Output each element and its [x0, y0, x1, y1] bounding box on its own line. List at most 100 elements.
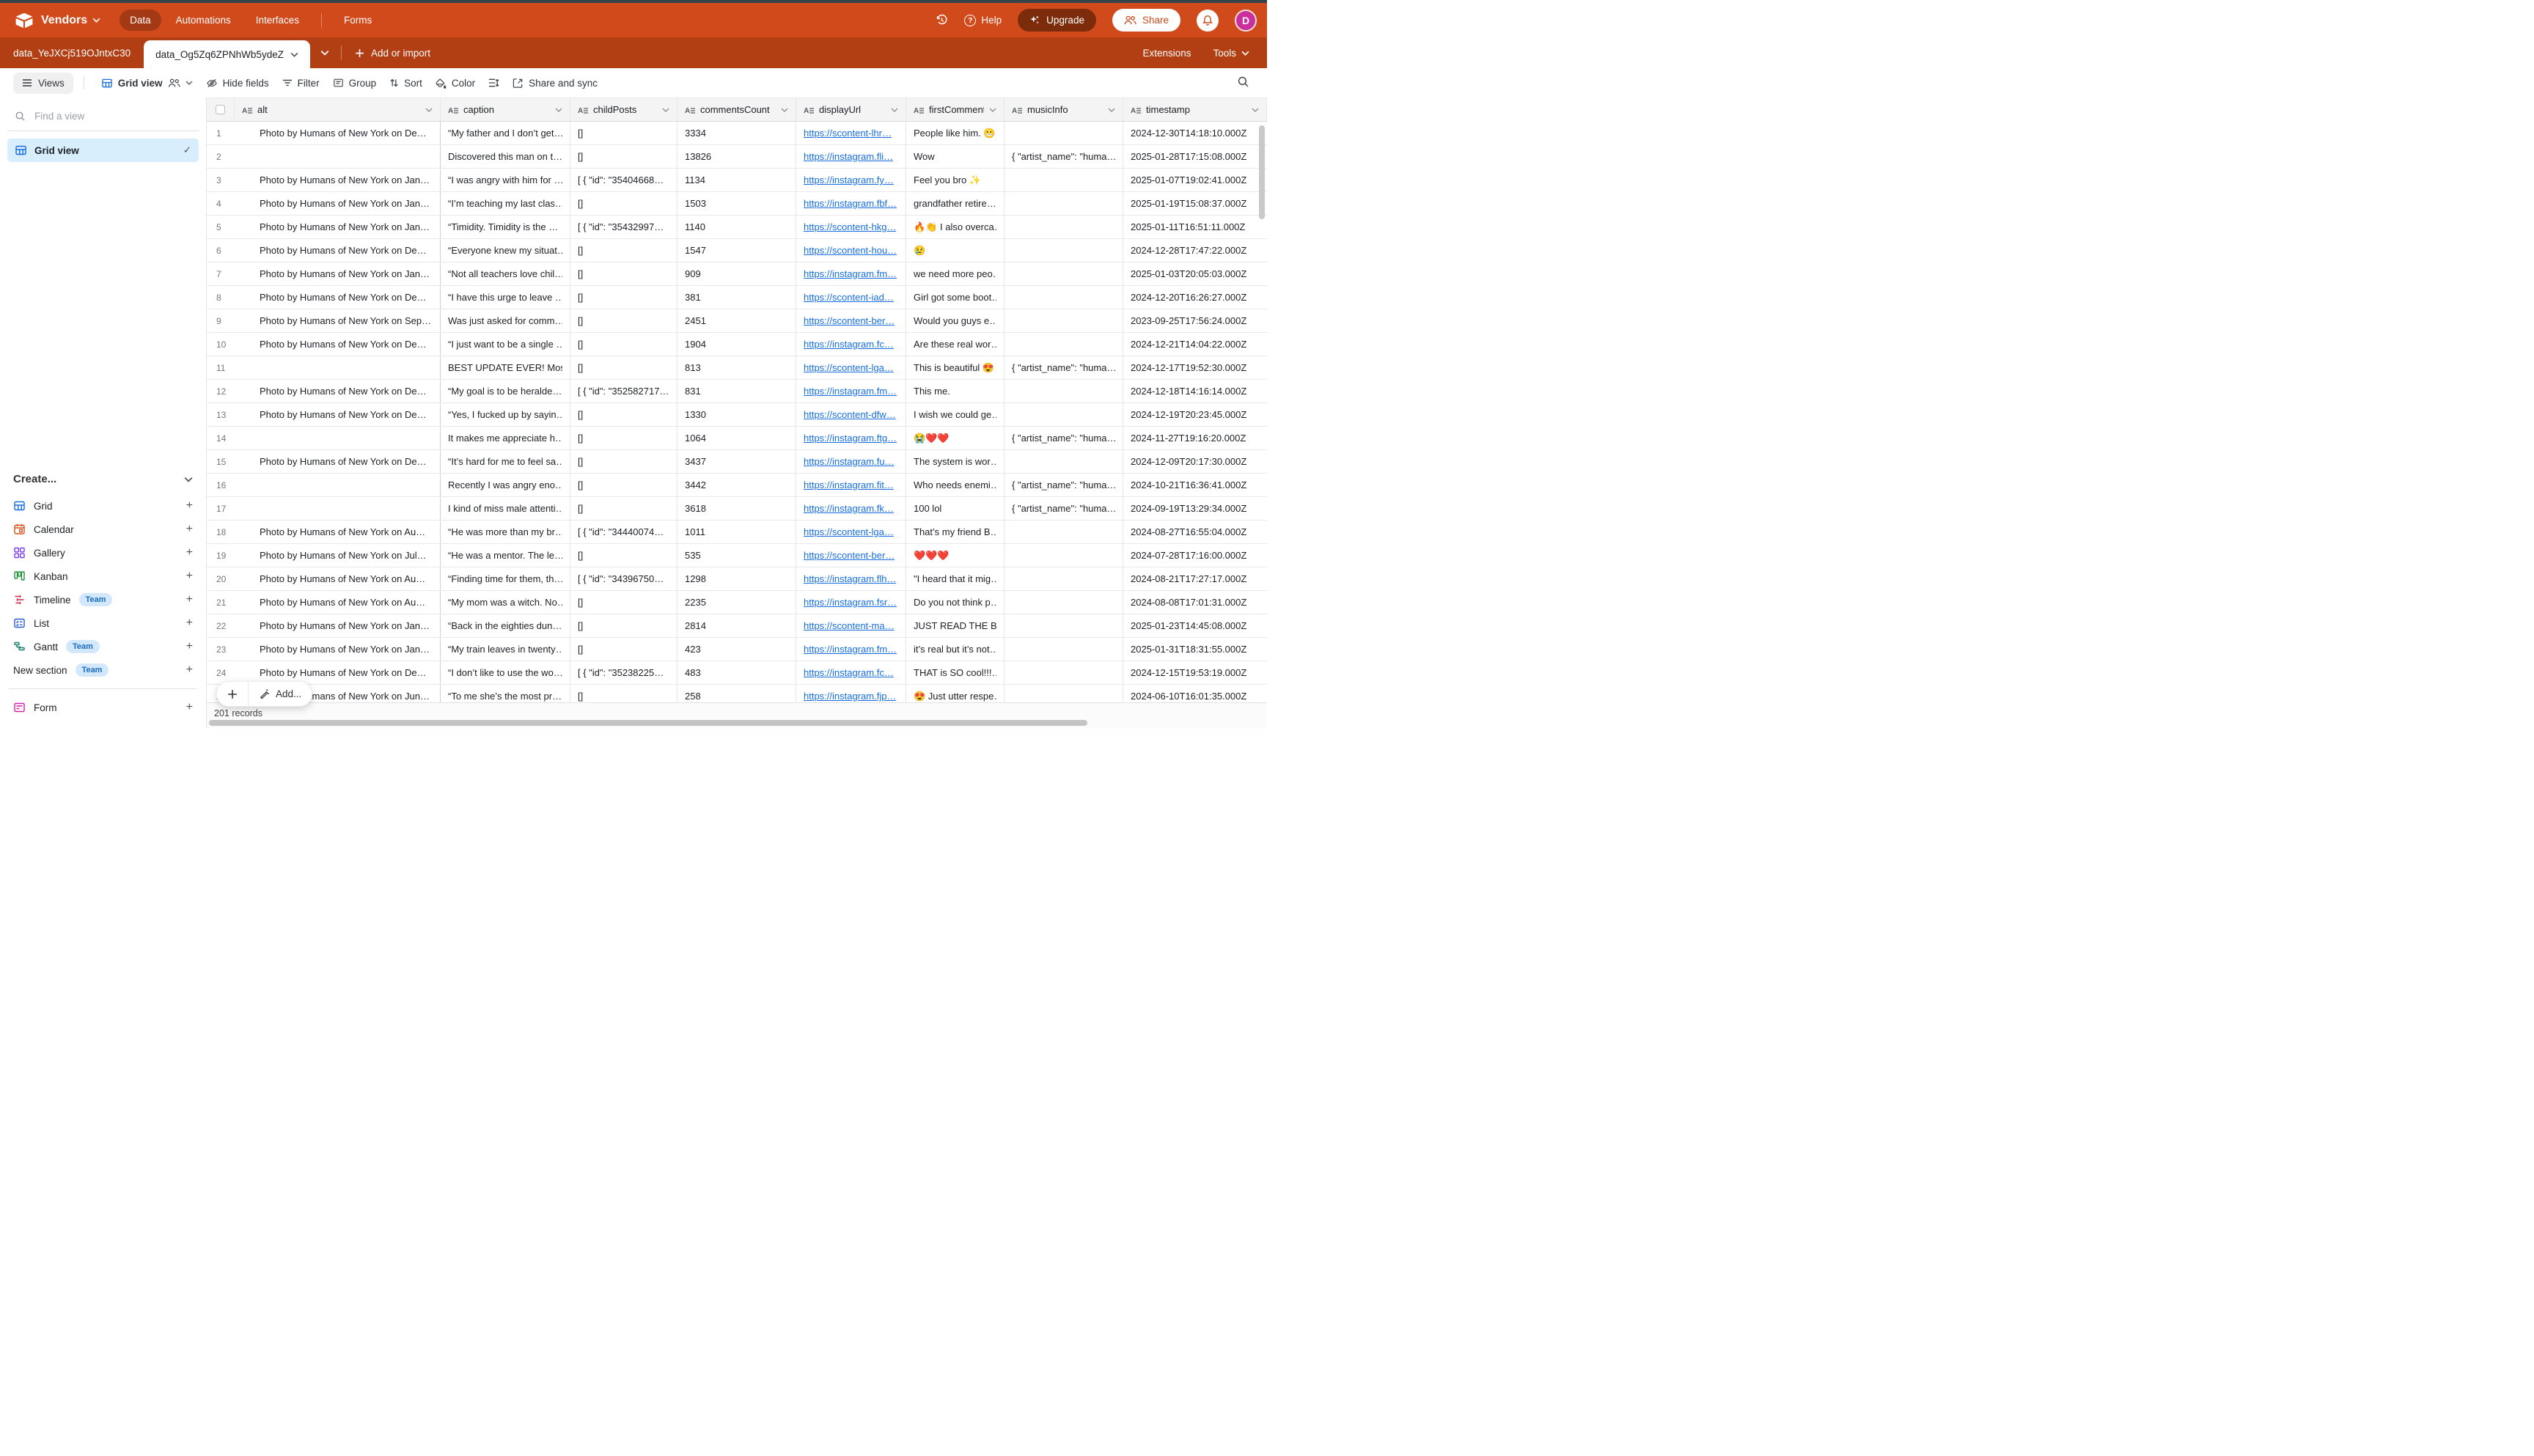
- cell-firstComment[interactable]: This me.: [906, 380, 1005, 402]
- hide-fields-button[interactable]: Hide fields: [199, 73, 276, 93]
- create-section-header[interactable]: Create...: [7, 468, 199, 494]
- cell-musicInfo[interactable]: { "artist_name": "huma…: [1005, 145, 1123, 168]
- row-number[interactable]: 6: [207, 239, 235, 262]
- nav-tab-data[interactable]: Data: [120, 10, 161, 31]
- cell-firstComment[interactable]: "I heard that it mig…: [906, 567, 1005, 590]
- row-number[interactable]: 22: [207, 614, 235, 637]
- help-button[interactable]: ? Help: [964, 15, 1002, 26]
- cell-alt[interactable]: [235, 356, 441, 379]
- cell-firstComment[interactable]: it’s real but it’s not…: [906, 638, 1005, 661]
- plus-icon[interactable]: +: [186, 663, 193, 677]
- cell-alt[interactable]: Photo by Humans of New York on De…: [235, 403, 441, 426]
- cell-caption[interactable]: “I just want to be a single …: [441, 333, 570, 356]
- horizontal-scrollbar[interactable]: [209, 720, 1087, 726]
- cell-firstComment[interactable]: This is beautiful 😍: [906, 356, 1005, 379]
- cell-displayUrl[interactable]: https://instagram.fm…: [796, 638, 906, 661]
- row-number[interactable]: 8: [207, 286, 235, 309]
- cell-caption[interactable]: “I have this urge to leave …: [441, 286, 570, 309]
- cell-commentsCount[interactable]: 1904: [677, 333, 796, 356]
- nav-tab-interfaces[interactable]: Interfaces: [246, 10, 309, 31]
- cell-displayUrl[interactable]: https://scontent-hkg…: [796, 216, 906, 238]
- display-url-link[interactable]: https://instagram.fbf…: [804, 198, 897, 209]
- display-url-link[interactable]: https://scontent-lga…: [804, 362, 894, 373]
- cell-childPosts[interactable]: [ { "id": "35238225…: [570, 661, 677, 684]
- display-url-link[interactable]: https://instagram.fc…: [804, 667, 894, 678]
- display-url-link[interactable]: https://instagram.fjp…: [804, 691, 896, 702]
- cell-alt[interactable]: Photo by Humans of New York on De…: [235, 450, 441, 473]
- row-number[interactable]: 4: [207, 192, 235, 215]
- cell-musicInfo[interactable]: [1005, 638, 1123, 661]
- cell-caption[interactable]: Was just asked for comm…: [441, 309, 570, 332]
- cell-childPosts[interactable]: [ { "id": "352582717…: [570, 380, 677, 402]
- column-header-commentsCount[interactable]: AcommentsCount: [677, 98, 796, 121]
- cell-displayUrl[interactable]: https://scontent-iad…: [796, 286, 906, 309]
- cell-childPosts[interactable]: []: [570, 450, 677, 473]
- cell-childPosts[interactable]: []: [570, 356, 677, 379]
- cell-timestamp[interactable]: 2024-12-19T20:23:45.000Z: [1123, 403, 1267, 426]
- cell-childPosts[interactable]: []: [570, 544, 677, 567]
- cell-alt[interactable]: Photo by Humans of New York on De…: [235, 122, 441, 144]
- row-number[interactable]: 12: [207, 380, 235, 402]
- cell-alt[interactable]: Photo by Humans of New York on De…: [235, 286, 441, 309]
- cell-musicInfo[interactable]: [1005, 169, 1123, 191]
- cell-caption[interactable]: It makes me appreciate h…: [441, 427, 570, 449]
- column-header-caption[interactable]: Acaption: [441, 98, 570, 121]
- plus-icon[interactable]: +: [186, 640, 193, 653]
- find-view-input[interactable]: [34, 111, 191, 122]
- cell-childPosts[interactable]: []: [570, 122, 677, 144]
- cell-alt[interactable]: Photo by Humans of New York on Au…: [235, 521, 441, 543]
- cell-timestamp[interactable]: 2024-10-21T16:36:41.000Z: [1123, 474, 1267, 496]
- upgrade-button[interactable]: Upgrade: [1018, 9, 1096, 32]
- display-url-link[interactable]: https://instagram.flh…: [804, 573, 896, 584]
- row-number[interactable]: 13: [207, 403, 235, 426]
- cell-commentsCount[interactable]: 2451: [677, 309, 796, 332]
- sidebar-create-gantt[interactable]: GanttTeam+: [7, 635, 199, 658]
- cell-commentsCount[interactable]: 381: [677, 286, 796, 309]
- cell-alt[interactable]: Photo by Humans of New York on Sep…: [235, 309, 441, 332]
- search-button[interactable]: [1233, 73, 1254, 93]
- cell-commentsCount[interactable]: 1503: [677, 192, 796, 215]
- cell-displayUrl[interactable]: https://scontent-ber…: [796, 309, 906, 332]
- cell-displayUrl[interactable]: https://scontent-ber…: [796, 544, 906, 567]
- cell-commentsCount[interactable]: 1011: [677, 521, 796, 543]
- tab-list-chevron[interactable]: [310, 37, 339, 68]
- cell-commentsCount[interactable]: 535: [677, 544, 796, 567]
- add-with-ai-button[interactable]: Add...: [249, 682, 312, 706]
- row-number[interactable]: 17: [207, 497, 235, 520]
- cell-displayUrl[interactable]: https://instagram.fit…: [796, 474, 906, 496]
- cell-timestamp[interactable]: 2024-07-28T17:16:00.000Z: [1123, 544, 1267, 567]
- cell-musicInfo[interactable]: { "artist_name": "huma…: [1005, 497, 1123, 520]
- cell-musicInfo[interactable]: [1005, 192, 1123, 215]
- cell-alt[interactable]: Photo by Humans of New York on Jan…: [235, 262, 441, 285]
- cell-childPosts[interactable]: []: [570, 145, 677, 168]
- sidebar-create-form[interactable]: Form+: [7, 696, 199, 719]
- cell-childPosts[interactable]: [ { "id": "34396750…: [570, 567, 677, 590]
- cell-timestamp[interactable]: 2024-08-27T16:55:04.000Z: [1123, 521, 1267, 543]
- cell-displayUrl[interactable]: https://scontent-hou…: [796, 239, 906, 262]
- sidebar-create-gallery[interactable]: Gallery+: [7, 541, 199, 565]
- cell-childPosts[interactable]: []: [570, 286, 677, 309]
- cell-displayUrl[interactable]: https://instagram.fk…: [796, 497, 906, 520]
- sidebar-create-grid[interactable]: Grid+: [7, 494, 199, 518]
- cell-firstComment[interactable]: 🔥👏 I also overca…: [906, 216, 1005, 238]
- cell-caption[interactable]: “My father and I don’t get…: [441, 122, 570, 144]
- share-button[interactable]: Share: [1112, 9, 1180, 32]
- cell-caption[interactable]: “Yes, I fucked up by sayin…: [441, 403, 570, 426]
- plus-icon[interactable]: +: [186, 593, 193, 606]
- row-number[interactable]: 23: [207, 638, 235, 661]
- vertical-scrollbar[interactable]: [1259, 125, 1265, 219]
- row-number[interactable]: 7: [207, 262, 235, 285]
- column-header-alt[interactable]: Aalt: [235, 98, 441, 121]
- add-or-import-button[interactable]: Add or import: [343, 37, 442, 68]
- sidebar-view-grid-view[interactable]: Grid view ✓: [7, 139, 199, 162]
- cell-caption[interactable]: Discovered this man on t…: [441, 145, 570, 168]
- cell-timestamp[interactable]: 2024-11-27T19:16:20.000Z: [1123, 427, 1267, 449]
- cell-displayUrl[interactable]: https://instagram.fbf…: [796, 192, 906, 215]
- column-header-displayUrl[interactable]: AdisplayUrl: [796, 98, 906, 121]
- cell-commentsCount[interactable]: 2235: [677, 591, 796, 614]
- cell-firstComment[interactable]: 😭❤️❤️: [906, 427, 1005, 449]
- plus-icon[interactable]: +: [186, 617, 193, 630]
- column-header-childPosts[interactable]: AchildPosts: [570, 98, 677, 121]
- row-number[interactable]: 20: [207, 567, 235, 590]
- cell-musicInfo[interactable]: [1005, 122, 1123, 144]
